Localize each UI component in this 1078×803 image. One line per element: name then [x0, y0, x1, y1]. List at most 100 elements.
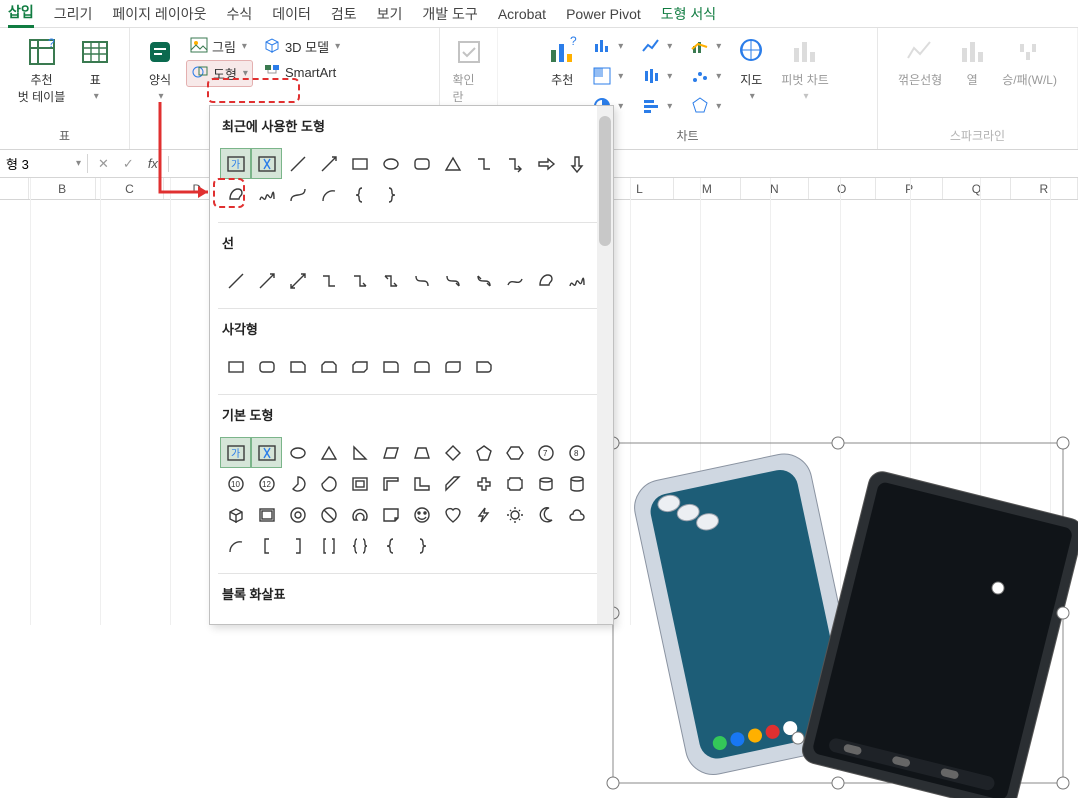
left-arrow-icon[interactable] [251, 616, 282, 625]
can-icon[interactable] [530, 468, 561, 499]
inserted-shape-phone[interactable] [598, 428, 1078, 798]
textbox-vertical-icon[interactable] [251, 148, 282, 179]
elbow-arrow-connector-icon[interactable] [499, 148, 530, 179]
picture-button[interactable]: 그림▾ [186, 34, 253, 59]
curve-tool-icon[interactable] [499, 265, 530, 296]
octagon-icon[interactable]: 8 [561, 437, 592, 468]
right-brace-icon[interactable] [406, 530, 437, 561]
tab-layout[interactable]: 페이지 레이아웃 [112, 1, 206, 27]
pentagon-icon[interactable] [468, 437, 499, 468]
double-brace-icon[interactable] [344, 530, 375, 561]
forms-button[interactable]: 양식 ▾ [140, 34, 180, 104]
freeform-tool-icon[interactable] [530, 265, 561, 296]
scrollbar-thumb[interactable] [599, 116, 611, 246]
heart-icon[interactable] [437, 499, 468, 530]
recommended-pivottable-button[interactable]: ? 추천 벗 테이블 [14, 34, 70, 107]
tab-view[interactable]: 보기 [377, 1, 403, 27]
smiley-icon[interactable] [406, 499, 437, 530]
triangle-icon[interactable] [313, 437, 344, 468]
tab-powerpivot[interactable]: Power Pivot [566, 3, 641, 25]
sparkline-line-button[interactable]: 꺾은선형 [894, 34, 946, 90]
round-same-rect-icon[interactable] [406, 351, 437, 382]
chart-line-button[interactable]: ▾ [637, 34, 676, 58]
right-bracket-icon[interactable] [282, 530, 313, 561]
heptagon-icon[interactable]: 7 [530, 437, 561, 468]
textbox-vertical-icon[interactable] [251, 437, 282, 468]
scribble-icon[interactable] [251, 179, 282, 210]
enter-icon[interactable]: ✓ [123, 156, 134, 172]
diamond-icon[interactable] [437, 437, 468, 468]
chart-bar-button[interactable]: ▾ [637, 94, 676, 118]
frame-icon[interactable] [344, 468, 375, 499]
left-brace-icon[interactable] [375, 530, 406, 561]
elbow-connector-icon[interactable] [468, 148, 499, 179]
diag-stripe-icon[interactable] [437, 468, 468, 499]
snip-single-rect-icon[interactable] [282, 351, 313, 382]
tab-review[interactable]: 검토 [331, 1, 357, 27]
plaque-icon[interactable] [499, 468, 530, 499]
table-button[interactable]: 표 ▾ [75, 34, 115, 104]
checkbox-button[interactable]: 확인란 [449, 34, 489, 107]
curved-arrow-connector-icon[interactable] [437, 265, 468, 296]
chart-hierarchy-button[interactable]: ▾ [588, 64, 627, 88]
double-bracket-icon[interactable] [313, 530, 344, 561]
decagon-icon[interactable]: 10 [220, 468, 251, 499]
parallelogram-icon[interactable] [375, 437, 406, 468]
tab-draw[interactable]: 그리기 [54, 1, 93, 27]
scribble-tool-icon[interactable] [561, 265, 592, 296]
no-symbol-icon[interactable] [313, 499, 344, 530]
snip-same-rect-icon[interactable] [313, 351, 344, 382]
tab-developer[interactable]: 개발 도구 [422, 1, 477, 27]
chart-stat-button[interactable]: ▾ [637, 64, 676, 88]
freeform-icon[interactable] [220, 179, 251, 210]
panel-scrollbar[interactable] [597, 106, 613, 624]
right-arrow-icon[interactable] [220, 616, 251, 625]
hexagon-icon[interactable] [499, 437, 530, 468]
cube-icon[interactable] [220, 499, 251, 530]
chart-radar-button[interactable]: ▾ [686, 94, 725, 118]
oval-icon[interactable] [282, 437, 313, 468]
triangle-icon[interactable] [437, 148, 468, 179]
l-shape-icon[interactable] [406, 468, 437, 499]
round-diag-rect-icon[interactable] [437, 351, 468, 382]
right-brace-icon[interactable] [375, 179, 406, 210]
right-triangle-icon[interactable] [344, 437, 375, 468]
trapezoid-icon[interactable] [406, 437, 437, 468]
folded-corner-icon[interactable] [375, 499, 406, 530]
3d-models-button[interactable]: 3D 모델▾ [259, 34, 344, 59]
line-double-arrow-icon[interactable] [282, 265, 313, 296]
rounded-rect-icon[interactable] [251, 351, 282, 382]
arc-icon[interactable] [220, 530, 251, 561]
left-bracket-icon[interactable] [251, 530, 282, 561]
chart-combo-button[interactable]: ▾ [686, 34, 725, 58]
map-chart-button[interactable]: 지도▾ [731, 34, 771, 104]
bevel-icon[interactable] [251, 499, 282, 530]
rect-icon[interactable] [220, 351, 251, 382]
line-icon[interactable] [282, 148, 313, 179]
plus-icon[interactable] [468, 468, 499, 499]
round-single-rect-icon[interactable] [375, 351, 406, 382]
down-arrow-icon[interactable] [282, 616, 313, 625]
elbow-double-arrow-icon[interactable] [375, 265, 406, 296]
down-arrow-icon[interactable] [561, 148, 592, 179]
textbox-icon[interactable]: 가 [220, 437, 251, 468]
rectangle-icon[interactable] [344, 148, 375, 179]
elbow-arrow-icon[interactable] [344, 265, 375, 296]
cancel-icon[interactable]: ✕ [98, 156, 109, 172]
moon-icon[interactable] [530, 499, 561, 530]
curved-connector-icon[interactable] [406, 265, 437, 296]
sparkline-column-button[interactable]: 열 [952, 34, 992, 90]
left-brace-icon[interactable] [344, 179, 375, 210]
line-arrow-icon[interactable] [313, 148, 344, 179]
smartart-button[interactable]: SmartArt [259, 60, 344, 85]
curved-double-arrow-connector-icon[interactable] [468, 265, 499, 296]
oval-icon[interactable] [375, 148, 406, 179]
tab-data[interactable]: 데이터 [272, 1, 311, 27]
donut-icon[interactable] [282, 499, 313, 530]
dodecagon-icon[interactable]: 12 [251, 468, 282, 499]
half-frame-icon[interactable] [375, 468, 406, 499]
name-box[interactable]: 형 3 ▾ [0, 154, 88, 173]
cylinder-icon[interactable] [561, 468, 592, 499]
cloud-icon[interactable] [561, 499, 592, 530]
fx-label[interactable]: fx [148, 156, 158, 171]
